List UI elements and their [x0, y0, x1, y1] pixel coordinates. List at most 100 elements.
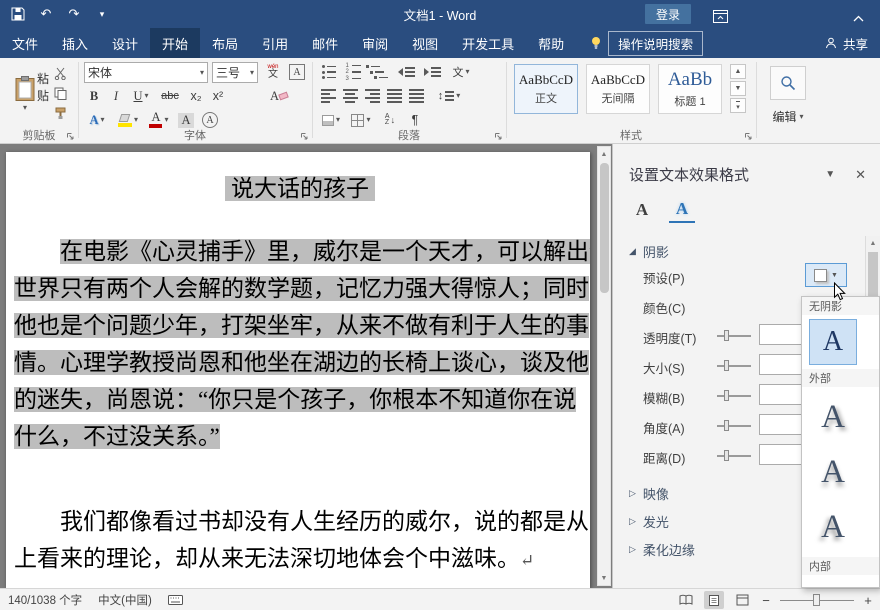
- superscript-button[interactable]: x²: [208, 86, 228, 106]
- paste-button[interactable]: 粘贴 ▾: [6, 62, 44, 126]
- styles-gallery-more[interactable]: ▾: [730, 98, 746, 113]
- zoom-in-button[interactable]: +: [862, 593, 874, 608]
- transparency-input[interactable]: [759, 324, 803, 345]
- line-spacing-button[interactable]: ↕ ▾: [434, 86, 464, 106]
- tab-insert[interactable]: 插入: [50, 28, 100, 58]
- shadow-preset-dropdown[interactable]: ▼: [805, 263, 847, 287]
- font-name-select[interactable]: 宋体 ▾: [84, 62, 208, 83]
- strikethrough-button[interactable]: abc: [158, 86, 182, 106]
- outer-shadow-option[interactable]: A: [809, 392, 857, 442]
- zoom-slider[interactable]: [780, 593, 854, 607]
- scrollbar-thumb[interactable]: [600, 163, 609, 293]
- paragraph-group: 文 ▾ ↕ ▾: [312, 58, 506, 144]
- language-status[interactable]: 中文(中国): [98, 592, 152, 608]
- outer-shadow-option[interactable]: A: [809, 447, 857, 497]
- web-layout-button[interactable]: [732, 591, 752, 609]
- style-no-spacing[interactable]: AaBbCcD 无间隔: [586, 64, 650, 114]
- align-center-button[interactable]: [340, 86, 360, 106]
- tab-design[interactable]: 设计: [100, 28, 150, 58]
- styles-dialog-launcher[interactable]: [743, 131, 753, 141]
- chevron-up-icon[interactable]: [850, 9, 866, 27]
- ribbon-display-options-icon[interactable]: [712, 7, 728, 25]
- outer-shadow-option[interactable]: A: [809, 502, 857, 552]
- read-mode-button[interactable]: [676, 591, 696, 609]
- tab-mailings[interactable]: 邮件: [300, 28, 350, 58]
- angle-slider[interactable]: [717, 424, 751, 428]
- tab-view[interactable]: 视图: [400, 28, 450, 58]
- tell-me-search[interactable]: 操作说明搜索: [590, 28, 703, 58]
- asian-layout-button[interactable]: 文 ▾: [448, 62, 474, 82]
- styles-scroll-up[interactable]: ▲: [730, 64, 746, 79]
- italic-button[interactable]: I: [106, 86, 126, 106]
- increase-indent-button[interactable]: [420, 62, 444, 82]
- subscript-button[interactable]: x₂: [186, 86, 206, 106]
- tab-layout[interactable]: 布局: [200, 28, 250, 58]
- tab-home[interactable]: 开始: [150, 28, 200, 58]
- no-shadow-option[interactable]: A: [809, 319, 857, 365]
- eraser-icon: [278, 92, 289, 101]
- document-page[interactable]: 说大话的孩子 在电影《心灵捕手》里，威尔是一个天才，可以解出全 世界只有两个人会…: [6, 152, 590, 588]
- editing-menu-button[interactable]: 编辑 ▾: [756, 108, 820, 125]
- undo-icon[interactable]: ↶: [38, 5, 54, 23]
- phonetic-guide-button[interactable]: wén 文: [262, 62, 284, 82]
- share-button[interactable]: 共享: [825, 28, 868, 58]
- sign-in-button[interactable]: 登录: [645, 4, 691, 24]
- tab-file[interactable]: 文件: [0, 28, 50, 58]
- size-slider[interactable]: [717, 364, 751, 368]
- format-painter-button[interactable]: [50, 104, 70, 122]
- align-right-button[interactable]: [362, 86, 382, 106]
- scroll-up-icon[interactable]: ▲: [866, 236, 880, 250]
- numbered-list-button[interactable]: [342, 62, 364, 82]
- tab-help[interactable]: 帮助: [526, 28, 576, 58]
- print-layout-button[interactable]: [704, 591, 724, 609]
- customize-quick-access-icon[interactable]: ▾: [94, 5, 110, 23]
- zoom-slider-thumb[interactable]: [813, 594, 820, 606]
- paragraph-dialog-launcher[interactable]: [493, 131, 503, 141]
- bold-button[interactable]: B: [84, 86, 104, 106]
- distance-input[interactable]: [759, 444, 803, 465]
- pane-title: 设置文本效果格式: [629, 164, 825, 185]
- character-border-button[interactable]: A: [287, 62, 307, 82]
- redo-icon[interactable]: ↷: [66, 5, 82, 23]
- zoom-out-button[interactable]: −: [760, 593, 772, 608]
- keyboard-icon[interactable]: [168, 595, 183, 605]
- styles-scroll-down[interactable]: ▼: [730, 81, 746, 96]
- cut-button[interactable]: [50, 64, 70, 82]
- clear-formatting-button[interactable]: A: [264, 86, 294, 106]
- clipboard-dialog-launcher[interactable]: [65, 131, 75, 141]
- distribute-button[interactable]: [406, 86, 426, 106]
- angle-input[interactable]: [759, 414, 803, 435]
- tab-review[interactable]: 审阅: [350, 28, 400, 58]
- font-dialog-launcher[interactable]: [299, 131, 309, 141]
- transparency-slider[interactable]: [717, 334, 751, 338]
- text-fill-outline-tab[interactable]: A: [629, 197, 655, 223]
- word-count-status[interactable]: 140/1038 个字: [8, 592, 82, 608]
- justify-button[interactable]: [384, 86, 404, 106]
- style-heading-1[interactable]: AaBb 标题 1: [658, 64, 722, 114]
- align-left-button[interactable]: [318, 86, 338, 106]
- shadow-section-header[interactable]: ◢ 阴影: [613, 241, 880, 261]
- style-normal[interactable]: AaBbCcD 正文: [514, 64, 578, 114]
- scroll-up-icon[interactable]: ▲: [598, 147, 610, 161]
- scroll-down-icon[interactable]: ▼: [598, 571, 610, 585]
- underline-button[interactable]: U ▾: [128, 86, 154, 106]
- angle-label: 角度(A): [643, 418, 685, 437]
- tab-developer[interactable]: 开发工具: [450, 28, 526, 58]
- blur-slider[interactable]: [717, 394, 751, 398]
- collapsed-triangle-icon: ▷: [629, 516, 636, 527]
- distance-slider[interactable]: [717, 454, 751, 458]
- size-input[interactable]: [759, 354, 803, 375]
- decrease-indent-button[interactable]: [394, 62, 418, 82]
- font-size-select[interactable]: 三号 ▾: [212, 62, 258, 83]
- blur-input[interactable]: [759, 384, 803, 405]
- find-button[interactable]: [770, 66, 806, 100]
- tab-references[interactable]: 引用: [250, 28, 300, 58]
- text-effects-tab[interactable]: A: [669, 197, 695, 223]
- copy-button[interactable]: [50, 84, 70, 102]
- document-scrollbar[interactable]: ▲ ▼: [597, 146, 611, 586]
- pane-options-icon[interactable]: ▼: [825, 169, 835, 180]
- close-icon[interactable]: ✕: [855, 167, 866, 183]
- bullet-list-button[interactable]: [318, 62, 340, 82]
- multilevel-list-button[interactable]: [366, 62, 388, 82]
- save-icon[interactable]: [10, 5, 26, 23]
